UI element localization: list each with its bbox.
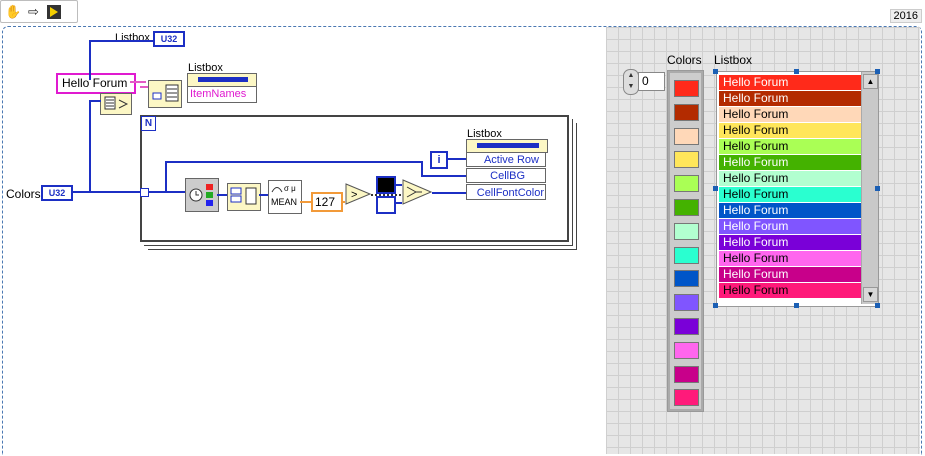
run-icon[interactable] [45,3,62,20]
initialize-array-node[interactable] [148,80,182,108]
color-swatch[interactable] [674,246,699,264]
resize-handle-bc[interactable] [794,303,799,308]
white-color-constant[interactable] [376,196,396,214]
listbox-ref-wire [89,40,153,42]
listbox-u32-terminal[interactable]: U32 [153,31,185,47]
color-swatch[interactable] [674,294,699,312]
color-swatch[interactable] [674,151,699,169]
list-item[interactable]: Hello Forum [719,203,861,218]
string-wire-2 [140,86,148,88]
active-row-property[interactable]: Active Row [466,152,546,167]
color-swatch[interactable] [674,318,699,335]
colors-array-label: Colors [667,53,702,67]
list-item[interactable]: Hello Forum [719,75,861,90]
loop-branch-wire [165,161,167,193]
colors-branch-wire-3 [89,40,91,80]
resize-handle-bl[interactable] [713,303,718,308]
resize-handle-tl[interactable] [713,69,718,74]
color-swatch[interactable] [674,270,699,288]
colors-u32-terminal[interactable]: U32 [41,185,73,201]
toolbar: ✋ ⇨ [0,0,80,23]
black-wire [394,184,402,186]
colors-wire [71,191,143,193]
listbox-label: Listbox [714,53,753,67]
color-to-rgb-node[interactable] [185,178,219,212]
iteration-wire [448,158,466,160]
list-item[interactable]: Hello Forum [719,91,861,106]
mean-node[interactable]: σ μ MEAN [268,180,302,214]
iteration-terminal[interactable]: i [430,151,448,169]
color-swatch[interactable] [674,103,699,121]
colors-branch-wire-2 [89,100,101,102]
resize-handle-mr[interactable] [875,186,880,191]
index-spinner[interactable]: ▲ ▼ [623,69,639,95]
spin-down-icon[interactable]: ▼ [624,81,638,92]
color-swatch[interactable] [674,222,699,240]
string-wire [130,81,146,83]
svg-text:σ μ: σ μ [284,184,296,193]
font-color-wire [432,192,466,194]
cellbg-wire [421,175,466,177]
list-item[interactable]: Hello Forum [719,155,861,170]
black-color-constant[interactable] [376,176,396,194]
colors-array[interactable] [667,70,704,412]
greater-than-node[interactable]: > [345,183,372,205]
resize-handle-ml[interactable] [713,186,718,191]
color-swatch[interactable] [674,199,699,216]
color-swatch[interactable] [674,341,699,359]
list-item[interactable]: Hello Forum [719,123,861,138]
list-item[interactable]: Hello Forum [719,267,861,282]
list-item[interactable]: Hello Forum [719,219,861,234]
mean-label: MEAN [271,197,298,207]
item-names-property[interactable]: ItemNames [187,86,257,103]
listbox-control[interactable]: ▲ ▼ Hello Forum Hello Forum Hello Forum Hel… [716,71,879,307]
spin-up-icon[interactable]: ▲ [624,70,638,81]
color-swatch[interactable] [674,389,699,407]
build-array-node[interactable] [100,93,132,115]
color-swatch[interactable] [674,80,699,97]
arrow-right-icon[interactable]: ⇨ [25,3,42,20]
list-item[interactable]: Hello Forum [719,235,861,250]
loop-count-terminal[interactable]: N [141,116,156,131]
colors-branch-wire [89,100,91,192]
list-item[interactable]: Hello Forum [719,187,861,202]
colors-terminal-label: Colors [6,187,41,201]
listbox-terminal-label: Listbox [115,32,150,44]
constant-127[interactable]: 127 [311,192,343,212]
resize-handle-br[interactable] [875,303,880,308]
loop-branch-wire-2 [165,161,423,163]
version-label: 2016 [889,9,922,23]
color-swatch[interactable] [674,127,699,145]
resize-handle-tc[interactable] [794,69,799,74]
list-item[interactable]: Hello Forum [719,107,861,122]
svg-text:>: > [351,189,357,201]
resize-handle-tr[interactable] [875,69,880,74]
index-display[interactable]: 0 [638,72,665,91]
list-item[interactable]: Hello Forum [719,251,861,266]
cellbg-property[interactable]: CellBG [466,168,546,183]
rgb-wire [217,194,227,196]
hand-icon[interactable]: ✋ [5,3,22,20]
list-item[interactable]: Hello Forum [719,171,861,186]
color-swatch[interactable] [674,365,699,383]
listbox-reference-node[interactable] [187,73,257,87]
white-wire [394,202,402,204]
select-node[interactable] [402,178,433,206]
list-item[interactable]: Hello Forum [719,139,861,154]
build-rgb-array-node[interactable] [227,183,261,211]
cellfontcolor-property[interactable]: CellFontColor [466,184,546,200]
scroll-down-icon[interactable]: ▼ [863,287,878,302]
list-item[interactable]: Hello Forum [719,283,861,298]
listbox-property-node[interactable] [466,139,548,153]
scroll-up-icon[interactable]: ▲ [863,74,878,89]
hello-forum-constant[interactable]: Hello Forum [56,73,136,94]
color-swatch[interactable] [674,175,699,193]
loop-input-wire [148,191,186,193]
